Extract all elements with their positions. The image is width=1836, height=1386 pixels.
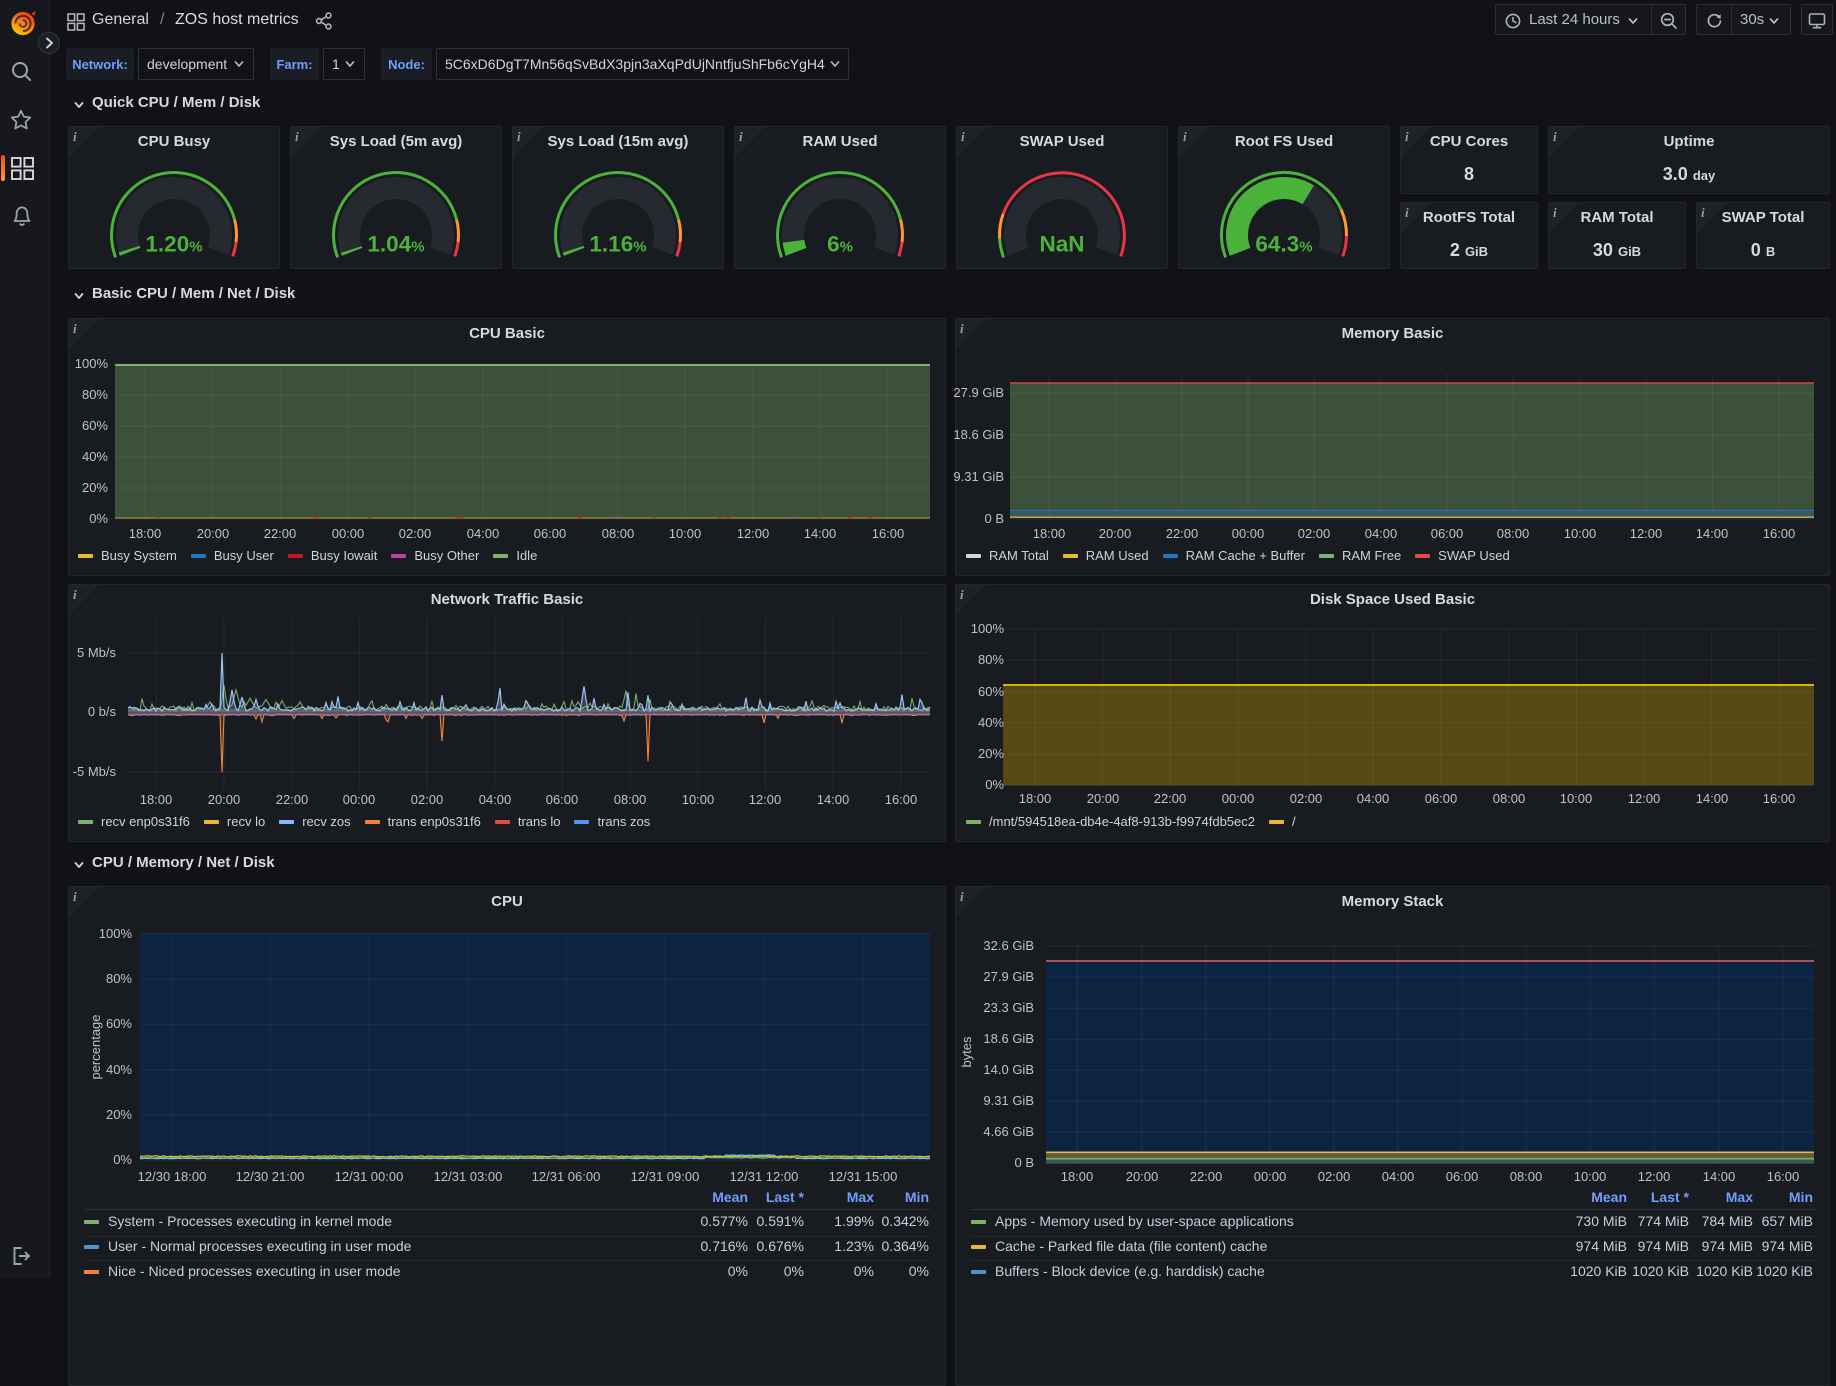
svg-text:bytes: bytes xyxy=(959,1036,974,1068)
